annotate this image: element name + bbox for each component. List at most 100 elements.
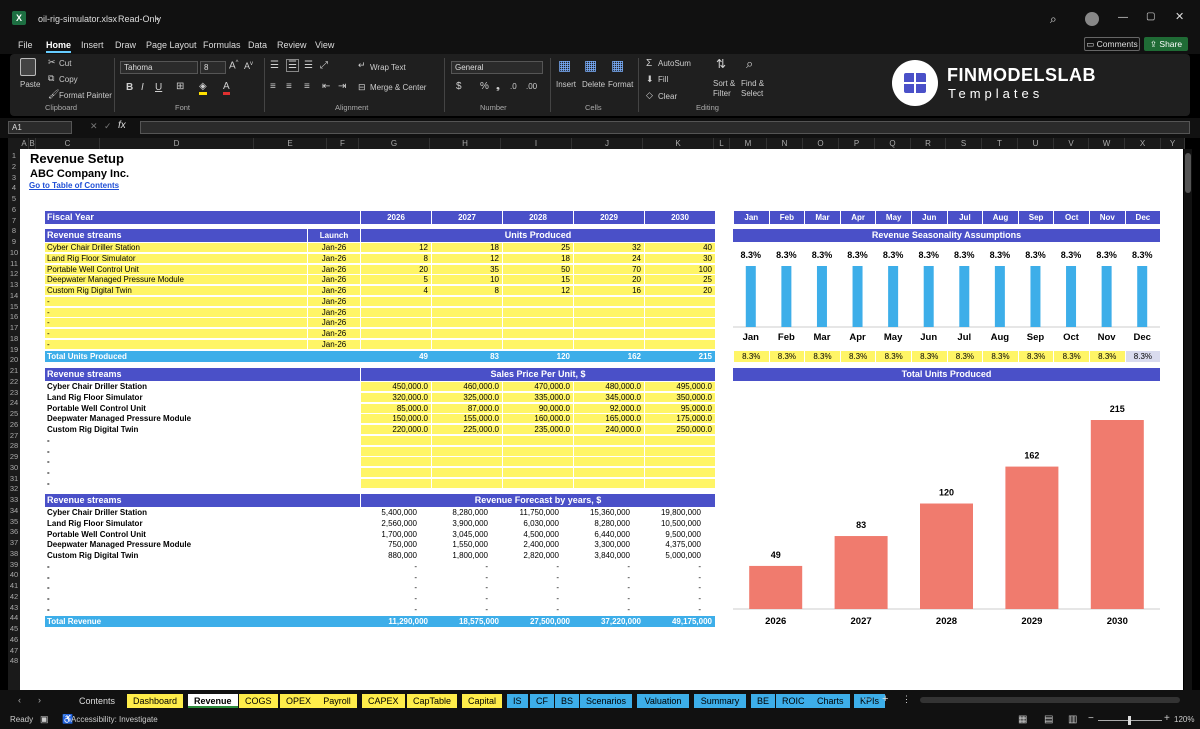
units-value[interactable] [360, 296, 431, 307]
more-tabs-icon[interactable]: ⋯ [862, 694, 872, 705]
decrease-decimal-icon[interactable]: .00 [526, 82, 537, 91]
row-header-45[interactable]: 45 [8, 624, 20, 635]
row-header-21[interactable]: 21 [8, 366, 20, 377]
row-header-24[interactable]: 24 [8, 398, 20, 409]
tab-revenue[interactable]: Revenue [188, 694, 238, 708]
sheet-menu-icon[interactable]: ⋮ [902, 694, 911, 705]
units-value[interactable] [502, 329, 573, 339]
price-value[interactable] [360, 435, 431, 446]
units-value[interactable]: 18 [502, 253, 573, 264]
units-value[interactable] [431, 296, 502, 307]
units-launch[interactable]: Jan-26 [307, 253, 360, 264]
align-bottom-icon[interactable]: ☰ [304, 60, 313, 71]
formula-input[interactable] [140, 121, 1190, 134]
units-stream-name[interactable]: Portable Well Control Unit [45, 264, 307, 275]
price-value[interactable]: 240,000.0 [573, 425, 644, 435]
units-value[interactable]: 25 [502, 243, 573, 253]
avatar[interactable] [1085, 12, 1099, 26]
row-header-5[interactable]: 5 [8, 194, 20, 205]
orientation-icon[interactable]: ⤢ [320, 60, 328, 71]
align-center-icon[interactable]: ≡ [286, 81, 292, 92]
tab-roic[interactable]: ROIC [776, 694, 811, 708]
tab-capex[interactable]: CAPEX [362, 694, 405, 708]
units-value[interactable]: 8 [360, 253, 431, 264]
seasonality-value[interactable]: 8.3% [982, 351, 1018, 362]
price-value[interactable] [502, 446, 573, 457]
tab-scroll-right-icon[interactable]: › [38, 695, 41, 705]
units-value[interactable]: 18 [431, 243, 502, 253]
price-value[interactable]: 90,000.0 [502, 403, 573, 414]
align-left-icon[interactable]: ≡ [270, 81, 276, 92]
column-header-a[interactable]: A [20, 138, 29, 149]
row-header-8[interactable]: 8 [8, 226, 20, 237]
price-value[interactable] [644, 457, 715, 468]
units-value[interactable] [573, 329, 644, 339]
price-value[interactable] [573, 457, 644, 468]
autosum-button[interactable]: AutoSum [658, 59, 691, 68]
seasonality-value[interactable]: 8.3% [875, 351, 911, 362]
units-value[interactable]: 24 [573, 253, 644, 264]
row-header-13[interactable]: 13 [8, 280, 20, 291]
menu-page-layout[interactable]: Page Layout [146, 40, 197, 50]
menu-home[interactable]: Home [46, 40, 72, 53]
units-value[interactable] [502, 339, 573, 350]
units-stream-name[interactable]: Deepwater Managed Pressure Module [45, 275, 307, 286]
units-value[interactable] [360, 329, 431, 339]
row-header-9[interactable]: 9 [8, 237, 20, 248]
price-value[interactable]: 220,000.0 [360, 425, 431, 435]
cut-button[interactable]: Cut [59, 59, 71, 68]
maximize-icon[interactable]: ▢ [1146, 11, 1155, 22]
comma-icon[interactable]: ❟ [496, 81, 500, 92]
row-header-26[interactable]: 26 [8, 420, 20, 431]
price-value[interactable] [431, 457, 502, 468]
row-header-47[interactable]: 47 [8, 646, 20, 657]
price-value[interactable] [360, 457, 431, 468]
tab-captable[interactable]: CapTable [407, 694, 458, 708]
page-layout-view-icon[interactable]: ▤ [1044, 714, 1053, 725]
paste-icon[interactable] [20, 58, 36, 76]
units-value[interactable]: 25 [644, 275, 715, 286]
seasonality-value[interactable]: 8.3% [768, 351, 805, 362]
font-size-select[interactable]: 8 [200, 61, 226, 74]
tab-be[interactable]: BE [751, 694, 776, 708]
price-value[interactable] [502, 468, 573, 478]
units-launch[interactable]: Jan-26 [307, 339, 360, 350]
units-launch[interactable]: Jan-26 [307, 318, 360, 329]
units-launch[interactable]: Jan-26 [307, 296, 360, 307]
column-header-k[interactable]: K [643, 138, 714, 149]
row-header-44[interactable]: 44 [8, 613, 20, 624]
column-header-u[interactable]: U [1018, 138, 1054, 149]
row-header-48[interactable]: 48 [8, 656, 20, 667]
units-value[interactable] [431, 329, 502, 339]
row-header-6[interactable]: 6 [8, 205, 20, 216]
row-header-35[interactable]: 35 [8, 517, 20, 528]
font-color-icon[interactable]: A [223, 81, 230, 95]
price-value[interactable]: 250,000.0 [644, 425, 715, 435]
tab-summary[interactable]: Summary [694, 694, 746, 708]
menu-data[interactable]: Data [248, 40, 267, 50]
price-value[interactable]: 320,000.0 [360, 392, 431, 403]
zoom-slider[interactable] [1098, 716, 1162, 725]
units-value[interactable] [431, 339, 502, 350]
price-value[interactable]: 87,000.0 [431, 403, 502, 414]
seasonality-value[interactable]: 8.3% [1053, 351, 1089, 362]
row-header-17[interactable]: 17 [8, 323, 20, 334]
price-value[interactable] [573, 478, 644, 489]
row-header-27[interactable]: 27 [8, 431, 20, 442]
row-header-23[interactable]: 23 [8, 388, 20, 399]
price-value[interactable] [360, 478, 431, 489]
fill-button[interactable]: Fill [658, 75, 668, 84]
units-value[interactable] [360, 307, 431, 318]
price-value[interactable] [502, 435, 573, 446]
price-value[interactable]: 85,000.0 [360, 403, 431, 414]
tab-opex[interactable]: OPEX [280, 694, 318, 708]
percent-icon[interactable]: % [480, 81, 489, 92]
tab-bs[interactable]: BS [555, 694, 580, 708]
merge-center-button[interactable]: Merge & Center [370, 83, 426, 92]
units-value[interactable]: 100 [644, 264, 715, 275]
column-header-x[interactable]: X [1125, 138, 1161, 149]
units-value[interactable] [431, 307, 502, 318]
zoom-level[interactable]: 120% [1174, 715, 1194, 724]
seasonality-value[interactable]: 8.3% [1017, 351, 1054, 362]
column-header-n[interactable]: N [767, 138, 803, 149]
